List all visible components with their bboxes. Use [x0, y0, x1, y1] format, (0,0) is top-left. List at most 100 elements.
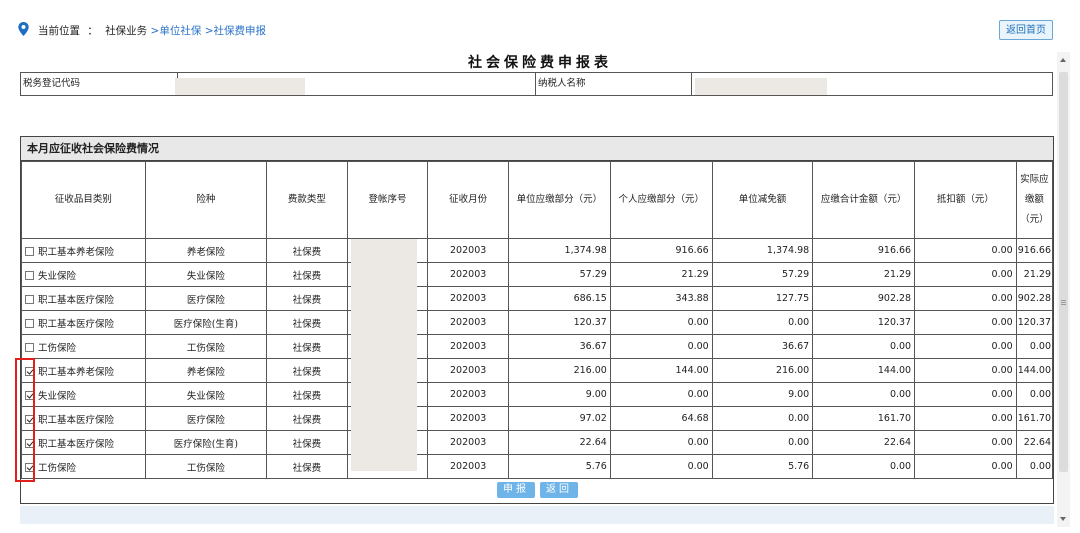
- row-fee-type: 社保费: [266, 406, 348, 431]
- row-category-label: 职工基本医疗保险: [38, 294, 115, 306]
- col-header-unit-relief: 单位减免额: [711, 161, 814, 239]
- row-category-label: 失业保险: [38, 270, 77, 282]
- row-total: 21.29: [812, 262, 916, 287]
- row-month: 202003: [427, 310, 509, 335]
- row-category: 失业保险: [21, 382, 146, 407]
- taxpayer-name-label: 纳税人名称: [538, 78, 586, 89]
- tax-code-value-redacted: [175, 78, 305, 95]
- declare-button[interactable]: 申报: [497, 482, 535, 498]
- row-fee-type: 社保费: [266, 310, 348, 335]
- breadcrumb-link-fee-declaration[interactable]: >社保费申报: [205, 25, 266, 37]
- row-insurance: 养老保险: [144, 238, 268, 263]
- row-category: 工伤保险: [21, 334, 146, 359]
- contribution-panel: 本月应征收社会保险费情况 征收品目类别 险种 费款类型 登帐序号 征收月份 单位…: [20, 136, 1054, 504]
- row-category: 工伤保险: [21, 454, 146, 479]
- breadcrumb-label: 当前位置: [38, 25, 80, 37]
- table-row: 工伤保险 工伤保险 社保费 202003 5.76 0.00 5.76 0.00 0.00 0.0…: [21, 454, 1054, 479]
- row-category-label: 职工基本养老保险: [38, 366, 115, 378]
- row-checkbox[interactable]: [25, 246, 34, 256]
- table-row: 职工基本医疗保险 医疗保险 社保费 202003 686.15 343.88 127.75 9…: [21, 286, 1054, 311]
- row-deduction: 0.00: [914, 454, 1017, 479]
- breadcrumb-link-unit-social-security[interactable]: >单位社保: [151, 25, 202, 37]
- top-bar: 当前位置 ： 社保业务 >单位社保 >社保费申报 返回首页: [14, 18, 1059, 42]
- row-total: 916.66: [812, 238, 916, 263]
- table-row: 职工基本医疗保险 医疗保险(生育) 社保费 202003 120.37 0.00 0.00 1…: [21, 310, 1054, 335]
- row-insurance: 失业保险: [144, 382, 268, 407]
- row-actual-amount: 120.37: [1015, 310, 1054, 335]
- row-total: 22.64: [812, 430, 916, 455]
- row-unit-amount: 686.15: [507, 286, 611, 311]
- row-unit-amount: 57.29: [507, 262, 611, 287]
- row-checkbox[interactable]: [25, 294, 34, 304]
- row-personal-amount: 0.00: [609, 382, 713, 407]
- row-insurance: 工伤保险: [144, 454, 268, 479]
- row-unit-relief: 36.67: [711, 334, 814, 359]
- ledger-number-redacted: [351, 239, 417, 471]
- back-button[interactable]: 返回: [540, 482, 578, 498]
- row-total: 161.70: [812, 406, 916, 431]
- row-insurance: 医疗保险: [144, 406, 268, 431]
- row-total: 144.00: [812, 358, 916, 383]
- row-deduction: 0.00: [914, 358, 1017, 383]
- row-category: 职工基本养老保险: [21, 238, 146, 263]
- row-unit-relief: 0.00: [711, 430, 814, 455]
- row-category-label: 失业保险: [38, 390, 77, 402]
- row-unit-amount: 5.76: [507, 454, 611, 479]
- scroll-down-arrow-icon[interactable]: [1060, 517, 1066, 521]
- row-checkbox[interactable]: [25, 318, 34, 328]
- row-category: 职工基本医疗保险: [21, 430, 146, 455]
- row-personal-amount: 0.00: [609, 334, 713, 359]
- breadcrumb: 当前位置 ： 社保业务 >单位社保 >社保费申报: [38, 23, 266, 38]
- row-month: 202003: [427, 238, 509, 263]
- row-deduction: 0.00: [914, 238, 1017, 263]
- row-fee-type: 社保费: [266, 358, 348, 383]
- row-category: 职工基本医疗保险: [21, 286, 146, 311]
- row-actual-amount: 21.29: [1015, 262, 1054, 287]
- row-personal-amount: 64.68: [609, 406, 713, 431]
- tax-code-label: 税务登记代码: [23, 78, 81, 89]
- row-fee-type: 社保费: [266, 382, 348, 407]
- row-insurance: 工伤保险: [144, 334, 268, 359]
- row-month: 202003: [427, 382, 509, 407]
- action-bar: 申报 返回: [0, 480, 1080, 500]
- row-actual-amount: 0.00: [1015, 454, 1054, 479]
- col-header-total: 应缴合计金额（元）: [812, 161, 916, 239]
- row-actual-amount: 22.64: [1015, 430, 1054, 455]
- row-total: 0.00: [812, 334, 916, 359]
- row-month: 202003: [427, 286, 509, 311]
- row-personal-amount: 0.00: [609, 454, 713, 479]
- row-unit-relief: 1,374.98: [711, 238, 814, 263]
- row-unit-relief: 127.75: [711, 286, 814, 311]
- table-row: 职工基本医疗保险 医疗保险 社保费 202003 97.02 64.68 0.00 161.7…: [21, 406, 1054, 431]
- checked-rows-highlight: [15, 358, 35, 482]
- scrollbar-grip-icon: [1061, 300, 1066, 301]
- taxpayer-info-row: 税务登记代码 纳税人名称: [20, 72, 1053, 96]
- row-fee-type: 社保费: [266, 262, 348, 287]
- location-pin-icon: [18, 22, 29, 36]
- return-home-button[interactable]: 返回首页: [999, 20, 1053, 40]
- row-personal-amount: 21.29: [609, 262, 713, 287]
- row-actual-amount: 902.28: [1015, 286, 1054, 311]
- row-checkbox[interactable]: [25, 270, 34, 280]
- row-actual-amount: 144.00: [1015, 358, 1054, 383]
- row-deduction: 0.00: [914, 430, 1017, 455]
- table-row: 失业保险 失业保险 社保费 202003 9.00 0.00 9.00 0.00 0.00 0.0…: [21, 382, 1054, 407]
- vertical-scrollbar[interactable]: [1057, 52, 1070, 527]
- row-category: 职工基本养老保险: [21, 358, 146, 383]
- row-unit-relief: 0.00: [711, 406, 814, 431]
- divider: [691, 73, 692, 95]
- table-row: 工伤保险 工伤保险 社保费 202003 36.67 0.00 36.67 0.00 0.00 0…: [21, 334, 1054, 359]
- breadcrumb-colon: ：: [87, 25, 98, 37]
- contribution-table: 征收品目类别 险种 费款类型 登帐序号 征收月份 单位应缴部分（元） 个人应缴部…: [21, 161, 1054, 479]
- row-month: 202003: [427, 430, 509, 455]
- scrollbar-thumb[interactable]: [1059, 72, 1068, 472]
- row-insurance: 医疗保险(生育): [144, 430, 268, 455]
- row-month: 202003: [427, 262, 509, 287]
- row-checkbox[interactable]: [25, 342, 34, 352]
- table-row: 失业保险 失业保险 社保费 202003 57.29 21.29 57.29 21.29 0.0…: [21, 262, 1054, 287]
- row-unit-amount: 22.64: [507, 430, 611, 455]
- col-header-fee-type: 费款类型: [266, 161, 348, 239]
- row-total: 902.28: [812, 286, 916, 311]
- row-month: 202003: [427, 334, 509, 359]
- col-header-deduction: 抵扣额（元）: [914, 161, 1017, 239]
